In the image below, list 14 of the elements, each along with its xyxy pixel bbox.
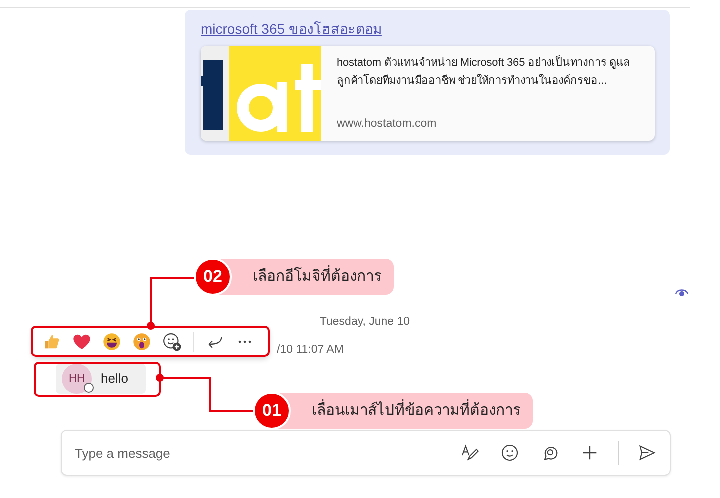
message-timestamp: /10 11:07 AM	[277, 343, 344, 358]
date-divider: Tuesday, June 10	[318, 315, 412, 330]
message-text: hello	[101, 370, 128, 388]
link-description: hostatom ตัวแทนจำหน่าย Microsoft 365 อย่างเป็นทางการ ดูแลลูกค้าโดยทีมงานมืออาชีพ ช่วยให้การทำงานในองค์กรขอ...	[337, 54, 632, 89]
leader-line	[147, 277, 196, 330]
step-number: 01	[253, 392, 291, 430]
seen-icon	[675, 287, 689, 299]
message-bubble[interactable]: HH hello	[56, 364, 146, 394]
message-input[interactable]: Type a message	[61, 430, 671, 476]
step-number: 02	[194, 258, 232, 296]
link-domain: www.hostatom.com	[337, 116, 438, 132]
link-preview-card[interactable]: hostatom ตัวแทนจำหน่าย Microsoft 365 อย่างเป็นทางการ ดูแลลูกค้าโดยทีมงานมืออาชีพ ช่วยให้การทำงานในองค์กรขอ... www.hostatom.com	[201, 46, 655, 141]
link[interactable]: microsoft 365 ของโฮสอะตอม	[201, 21, 382, 37]
avatar: HH	[62, 364, 92, 394]
